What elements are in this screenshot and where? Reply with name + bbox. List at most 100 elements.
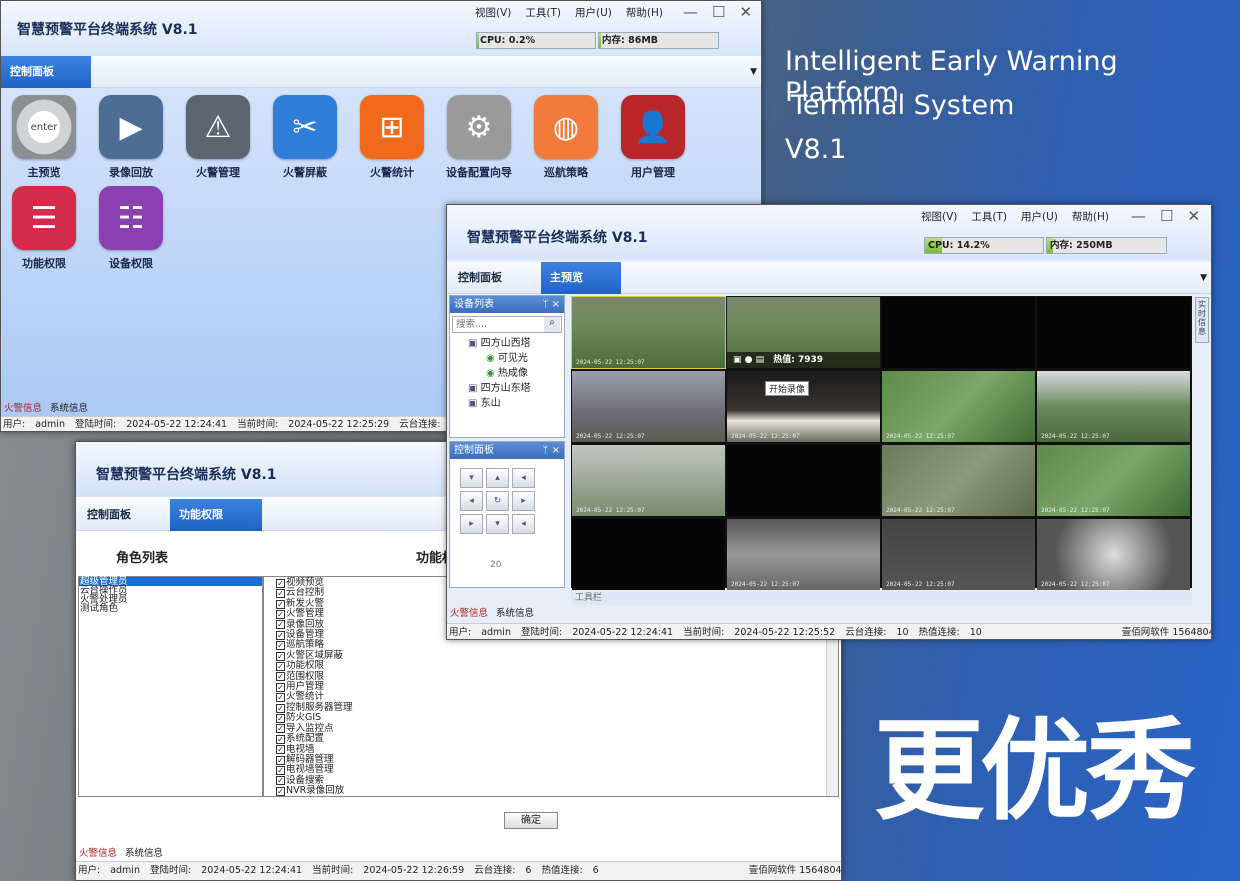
- chevron-down-icon[interactable]: ▼: [750, 67, 757, 77]
- chevron-down-icon[interactable]: ▼: [1200, 273, 1207, 283]
- ptz-center-button[interactable]: ↻: [486, 491, 509, 511]
- checkbox-checked-icon[interactable]: ✓: [276, 703, 285, 713]
- tab-system-info[interactable]: 系统信息: [125, 848, 163, 860]
- checkbox-checked-icon[interactable]: ✓: [276, 672, 285, 682]
- checkbox-checked-icon[interactable]: ✓: [276, 786, 285, 796]
- video-cell[interactable]: 2024-05-22 12:25:07: [571, 296, 726, 369]
- search-icon[interactable]: ⌕: [544, 317, 560, 332]
- function-globe-button[interactable]: ◍ 巡航策略: [523, 95, 609, 180]
- function-checklist-button[interactable]: ☷ 设备权限: [88, 186, 174, 271]
- video-cell[interactable]: 2024-05-22 12:25:07: [882, 519, 1035, 590]
- function-scissors-button[interactable]: ✂ 火警屏蔽: [262, 95, 348, 180]
- checkbox-checked-icon[interactable]: ✓: [276, 630, 285, 640]
- close-button[interactable]: ✕: [739, 3, 752, 21]
- checkbox-checked-icon[interactable]: ✓: [276, 682, 285, 692]
- tree-node[interactable]: ◉ 热成像: [458, 366, 564, 381]
- ptz-up-button[interactable]: ▴: [486, 468, 509, 488]
- menu-view[interactable]: 视图(V): [921, 209, 957, 224]
- checkbox-checked-icon[interactable]: ✓: [276, 641, 285, 651]
- function-user-button[interactable]: 👤 用户管理: [610, 95, 696, 180]
- tab-system-info[interactable]: 系统信息: [50, 403, 88, 415]
- tree-node[interactable]: ▣ 四方山西塔: [458, 336, 564, 351]
- ptz-down-left-button[interactable]: ▸: [460, 514, 483, 534]
- video-cell[interactable]: 2024-05-22 12:25:07: [882, 371, 1035, 442]
- function-warning-button[interactable]: ⚠ 火警管理: [175, 95, 261, 180]
- device-tree[interactable]: ▣ 四方山西塔 ◉ 可见光 ◉ 热成像 ▣ 四方山东塔 ▣ 东山: [450, 336, 564, 411]
- ptz-up-right-button[interactable]: ◂: [512, 468, 535, 488]
- video-cell[interactable]: 2024-05-22 12:25:07: [572, 371, 725, 442]
- tree-node[interactable]: ▣ 东山: [458, 396, 564, 411]
- menu-tools[interactable]: 工具(T): [525, 5, 561, 20]
- tab-fire-info[interactable]: 火警信息: [79, 848, 117, 860]
- function-gear-button[interactable]: ⚙ 设备配置向导: [436, 95, 522, 180]
- realtime-info-tab[interactable]: 实时信息: [1195, 297, 1209, 343]
- checkbox-checked-icon[interactable]: ✓: [276, 599, 285, 609]
- checkbox-checked-icon[interactable]: ✓: [276, 651, 285, 661]
- minimize-button[interactable]: —: [683, 3, 698, 21]
- menu-tools[interactable]: 工具(T): [971, 209, 1007, 224]
- tree-node[interactable]: ◉ 可见光: [458, 351, 564, 366]
- checkbox-checked-icon[interactable]: ✓: [276, 724, 285, 734]
- menu-view[interactable]: 视图(V): [475, 5, 511, 20]
- pin-icon[interactable]: ᛘ ×: [542, 296, 560, 313]
- video-cell[interactable]: [572, 519, 725, 590]
- menu-user[interactable]: 用户(U): [575, 5, 612, 20]
- checkbox-checked-icon[interactable]: ✓: [276, 609, 285, 619]
- checkbox-checked-icon[interactable]: ✓: [276, 713, 285, 723]
- checkbox-checked-icon[interactable]: ✓: [276, 589, 285, 599]
- ptz-down-button[interactable]: ▾: [486, 514, 509, 534]
- menu-bar: 视图(V) 工具(T) 用户(U) 帮助(H): [475, 5, 663, 20]
- pin-icon[interactable]: ᛘ ×: [542, 442, 560, 459]
- video-cell[interactable]: [727, 445, 880, 516]
- video-cell[interactable]: 开始录像 2024-05-22 12:25:07: [727, 371, 880, 442]
- function-windows-button[interactable]: ⊞ 火警统计: [349, 95, 435, 180]
- video-cell[interactable]: 2024-05-22 12:25:07: [1037, 519, 1190, 590]
- ptz-right-button[interactable]: ▸: [512, 491, 535, 511]
- checkbox-checked-icon[interactable]: ✓: [276, 734, 285, 744]
- menu-user[interactable]: 用户(U): [1021, 209, 1058, 224]
- tab-control-panel[interactable]: 控制面板: [449, 262, 511, 294]
- confirm-button[interactable]: 确定: [504, 812, 558, 829]
- function-enter-dpad-button[interactable]: enter 主预览: [1, 95, 87, 180]
- tab-fire-info[interactable]: 火警信息: [4, 403, 42, 415]
- video-cell[interactable]: 2024-05-22 12:25:07: [572, 445, 725, 516]
- role-item[interactable]: 测试角色: [79, 604, 262, 614]
- tab-function-permission[interactable]: 功能权限: [170, 499, 262, 531]
- function-video-camera-button[interactable]: ▶ 录像回放: [88, 95, 174, 180]
- video-cell[interactable]: 2024-05-22 12:25:07: [727, 519, 880, 590]
- maximize-button[interactable]: ☐: [1160, 207, 1173, 225]
- checkbox-checked-icon[interactable]: ✓: [276, 578, 285, 588]
- role-list[interactable]: 超级管理员 云台操作员 火警处理员 测试角色: [78, 576, 263, 797]
- checkbox-checked-icon[interactable]: ✓: [276, 745, 285, 755]
- checkbox-checked-icon[interactable]: ✓: [276, 776, 285, 786]
- ptz-left-button[interactable]: ◂: [460, 491, 483, 511]
- permission-item[interactable]: ✓ NVR录像回放: [276, 785, 353, 796]
- checkbox-checked-icon[interactable]: ✓: [276, 766, 285, 776]
- record-icon[interactable]: ▣ ● ▤: [733, 355, 767, 365]
- tab-control-panel[interactable]: 控制面板: [1, 56, 91, 88]
- function-document-button[interactable]: ☰ 功能权限: [1, 186, 87, 271]
- device-list-panel: 设备列表ᛘ × ⌕ ▣ 四方山西塔◉ 可见光◉ 热成像▣ 四方山东塔▣ 东山: [449, 295, 565, 438]
- close-button[interactable]: ✕: [1187, 207, 1200, 225]
- menu-help[interactable]: 帮助(H): [626, 5, 663, 20]
- video-cell[interactable]: ▣ ● ▤ 热值: 7939: [727, 297, 880, 368]
- permission-item[interactable]: ✓ 系统配置: [276, 733, 353, 744]
- maximize-button[interactable]: ☐: [712, 3, 725, 21]
- tree-node[interactable]: ▣ 四方山东塔: [458, 381, 564, 396]
- menu-help[interactable]: 帮助(H): [1072, 209, 1109, 224]
- tab-control-panel[interactable]: 控制面板: [78, 499, 140, 531]
- minimize-button[interactable]: —: [1131, 207, 1146, 225]
- checkbox-checked-icon[interactable]: ✓: [276, 620, 285, 630]
- checkbox-checked-icon[interactable]: ✓: [276, 755, 285, 765]
- video-cell[interactable]: [1037, 297, 1190, 368]
- ptz-down-right-button[interactable]: ◂: [512, 514, 535, 534]
- video-cell[interactable]: 2024-05-22 12:25:07: [882, 445, 1035, 516]
- video-cell[interactable]: 2024-05-22 12:25:07: [1037, 445, 1190, 516]
- video-cell[interactable]: 2024-05-22 12:25:07: [1037, 371, 1190, 442]
- device-search-input[interactable]: [453, 317, 541, 332]
- checkbox-checked-icon[interactable]: ✓: [276, 693, 285, 703]
- ptz-up-left-button[interactable]: ▾: [460, 468, 483, 488]
- video-cell[interactable]: [882, 297, 1035, 368]
- tab-main-preview[interactable]: 主预览: [541, 262, 621, 294]
- checkbox-checked-icon[interactable]: ✓: [276, 661, 285, 671]
